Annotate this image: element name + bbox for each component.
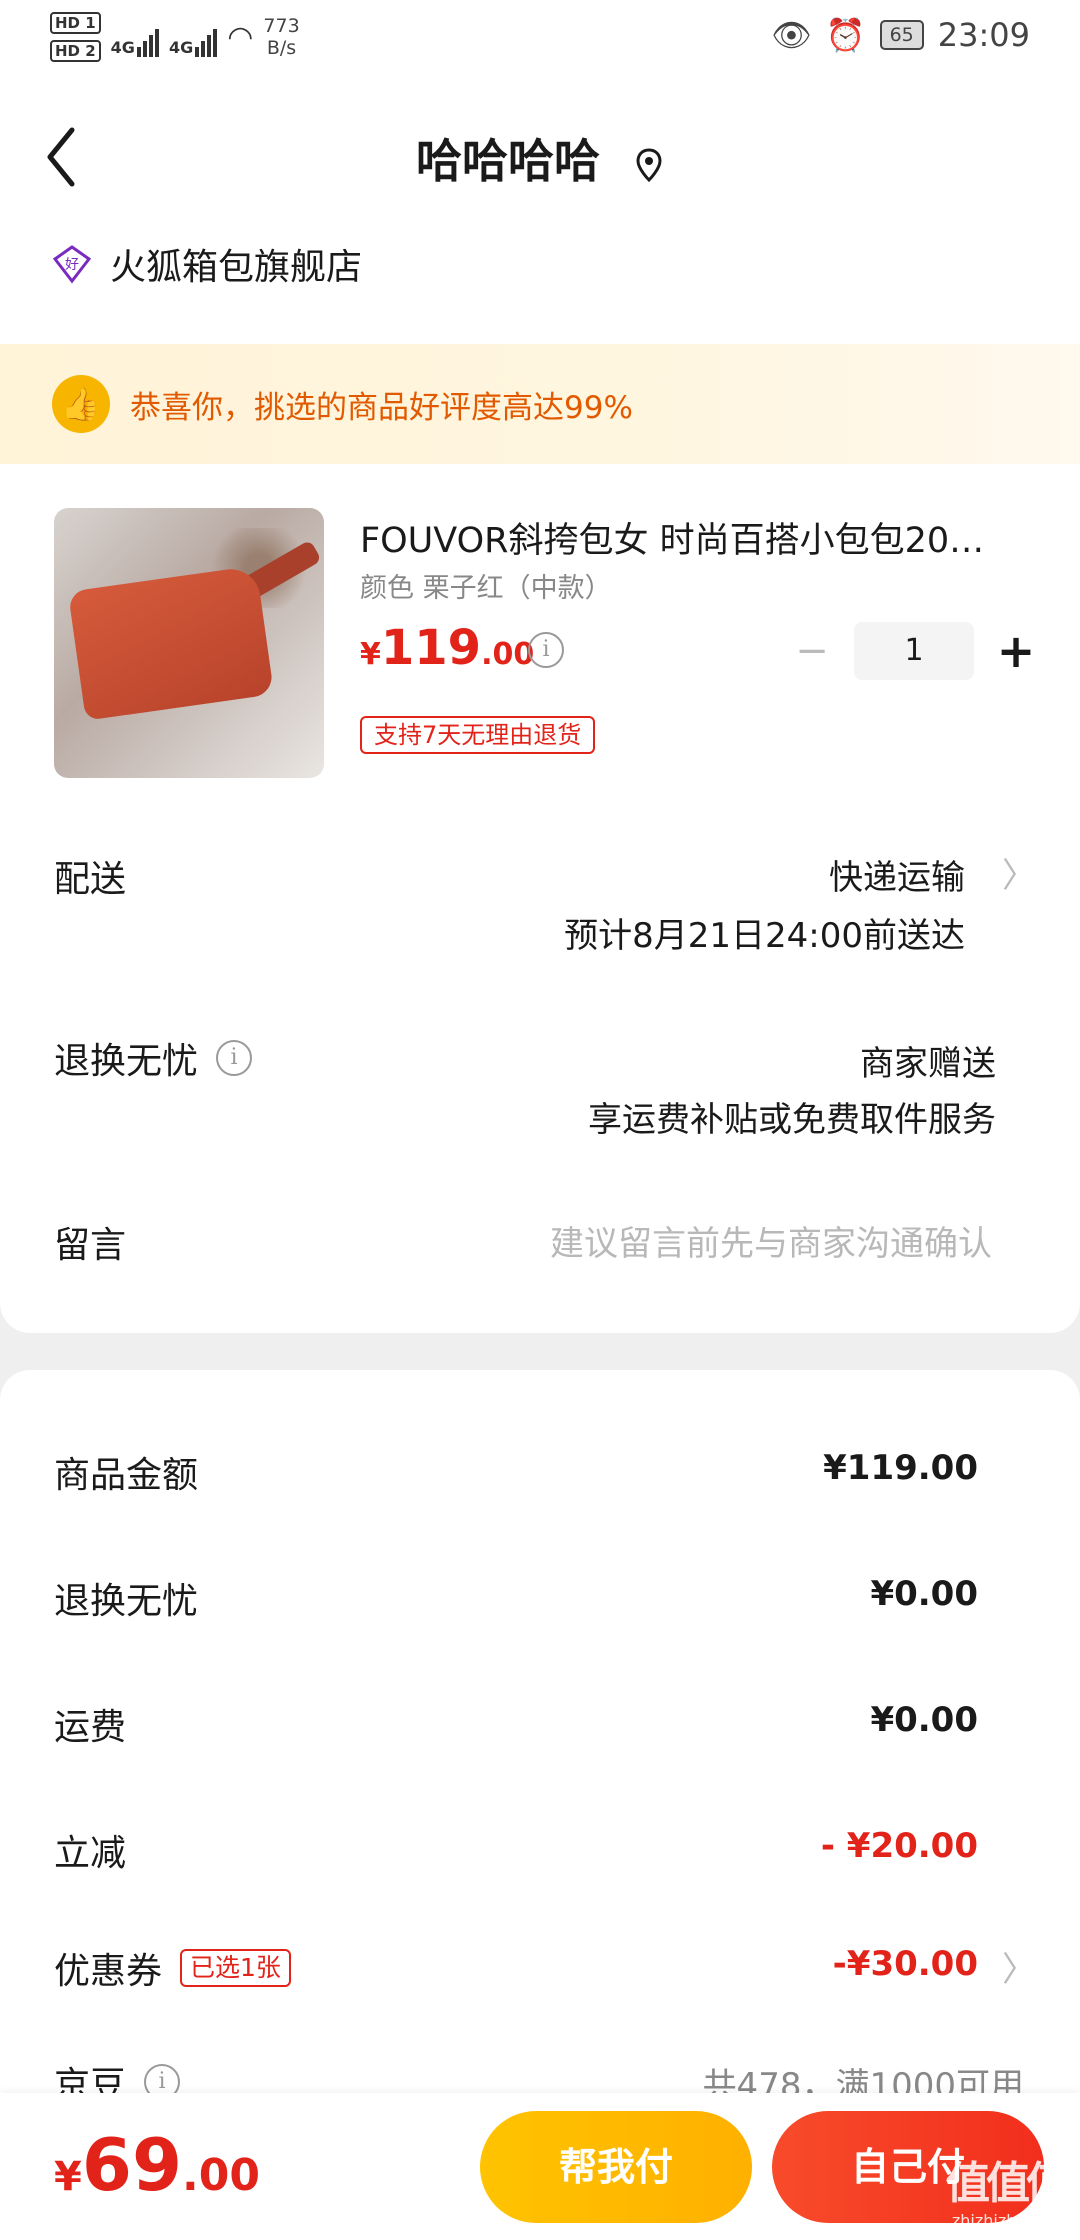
signal-icon-1: 4G — [111, 17, 159, 57]
quantity-stepper: − 1 + — [782, 622, 1046, 680]
speed-value: 773 — [263, 15, 300, 37]
decrease-button[interactable]: − — [782, 628, 842, 674]
product-price: ¥ 119 .00 — [360, 620, 534, 676]
price-decimal: .00 — [481, 637, 535, 672]
checkout-bar: ¥ 69 .00 帮我付 自己付 值值值 zhizhizhi.com — [0, 2093, 1080, 2240]
worry-free-fee-value: ¥0.00 — [870, 1574, 978, 1614]
svg-text:好: 好 — [65, 257, 79, 273]
watermark-text: 值值值 — [946, 2158, 1070, 2209]
watermark-logo: 值值值 zhizhizhi.com — [946, 2147, 1070, 2230]
wifi-icon: ◠ — [227, 19, 254, 55]
worry-free-row: 退换无忧 i — [54, 1032, 253, 1084]
message-input[interactable]: 建议留言前先与商家沟通确认 — [550, 1216, 992, 1265]
battery-icon: 65 — [879, 20, 924, 50]
hd-icons: HD 1 HD 2 — [50, 12, 101, 62]
goods-amount-label: 商品金额 — [54, 1455, 199, 1496]
worry-free-info-icon[interactable]: i — [216, 1040, 253, 1076]
coupon-selected-badge: 已选1张 — [180, 1949, 291, 1987]
order-main-card: 哈哈哈哈 好 火狐箱包旗舰店 👍 恭喜你，挑选的商品好评度高达99% FOUVO… — [0, 80, 1080, 1333]
coupon-chevron-icon[interactable]: 〉 — [1002, 1942, 1036, 1991]
price-currency: ¥ — [360, 637, 381, 672]
shop-row[interactable]: 好 火狐箱包旗舰店 — [52, 238, 362, 290]
help-pay-button[interactable]: 帮我付 — [480, 2111, 752, 2223]
coupon-label: 优惠券 — [54, 1951, 163, 1992]
total-currency: ¥ — [54, 2154, 82, 2200]
return-policy-badge: 支持7天无理由退货 — [360, 716, 596, 754]
message-label: 留言 — [54, 1225, 127, 1266]
alarm-icon: ⏰ — [825, 16, 866, 54]
watermark-site: zhizhizhi.com — [951, 2211, 1061, 2230]
signal-icon-2: 4G — [168, 17, 218, 57]
increase-button[interactable]: + — [986, 624, 1046, 678]
clock: 23:09 — [937, 16, 1030, 54]
status-left: HD 1 HD 2 4G 4G ◠ 773 B/s — [50, 12, 300, 62]
freight-value: ¥0.00 — [870, 1700, 978, 1740]
status-bar: HD 1 HD 2 4G 4G ◠ 773 B/s 👁 ⏰ 65 23:09 — [0, 0, 1080, 80]
product-name[interactable]: FOUVOR斜挎包女 时尚百搭小包包20… — [360, 512, 1030, 563]
eye-icon: 👁 — [771, 16, 812, 54]
shop-name: 火狐箱包旗舰店 — [110, 247, 363, 288]
price-info-icon[interactable]: i — [528, 632, 564, 668]
status-right: 👁 ⏰ 65 23:09 — [771, 16, 1030, 54]
instant-discount-value: - ¥20.00 — [820, 1826, 978, 1866]
chevron-right-icon[interactable]: 〉 — [1002, 848, 1036, 897]
price-integer: 119 — [380, 620, 482, 676]
shop-diamond-icon: 好 — [52, 245, 92, 284]
coupon-value[interactable]: -¥30.00 — [833, 1944, 978, 1984]
delivery-label: 配送 — [54, 859, 127, 900]
page-title-text: 哈哈哈哈 — [415, 134, 600, 188]
product-image[interactable] — [54, 508, 324, 778]
rating-banner: 👍 恭喜你，挑选的商品好评度高达99% — [0, 344, 1080, 464]
worry-free-value: 商家赠送 — [860, 1044, 996, 1084]
product-spec: 颜色 栗子红（中款） — [360, 573, 612, 604]
total-price: ¥ 69 .00 — [54, 2123, 260, 2207]
location-pin-icon — [636, 147, 662, 182]
hd1-icon: HD 1 — [50, 12, 101, 34]
delivery-method[interactable]: 快递运输 — [829, 850, 965, 899]
speed-unit: B/s — [266, 37, 297, 59]
total-decimal: .00 — [182, 2150, 260, 2201]
page-title[interactable]: 哈哈哈哈 — [0, 125, 1080, 191]
goods-amount-value: ¥119.00 — [823, 1448, 978, 1488]
thumbs-up-icon: 👍 — [52, 375, 110, 433]
instant-discount-label: 立减 — [54, 1833, 127, 1874]
hd2-icon: HD 2 — [50, 40, 101, 62]
rating-banner-text: 恭喜你，挑选的商品好评度高达99% — [130, 389, 633, 426]
network-type-1: 4G — [110, 38, 135, 57]
network-speed: 773 B/s — [263, 15, 299, 59]
total-integer: 69 — [81, 2123, 183, 2207]
worry-free-desc: 享运费补贴或免费取件服务 — [588, 1100, 996, 1140]
quantity-input[interactable]: 1 — [854, 622, 974, 680]
network-type-2: 4G — [168, 38, 194, 57]
freight-label: 运费 — [54, 1707, 127, 1748]
worry-free-fee-label: 退换无忧 — [54, 1581, 199, 1622]
coupon-row[interactable]: 优惠券 已选1张 — [54, 1942, 291, 1994]
delivery-eta: 预计8月21日24:00前送达 — [564, 916, 965, 956]
worry-free-label: 退换无忧 — [54, 1041, 199, 1082]
